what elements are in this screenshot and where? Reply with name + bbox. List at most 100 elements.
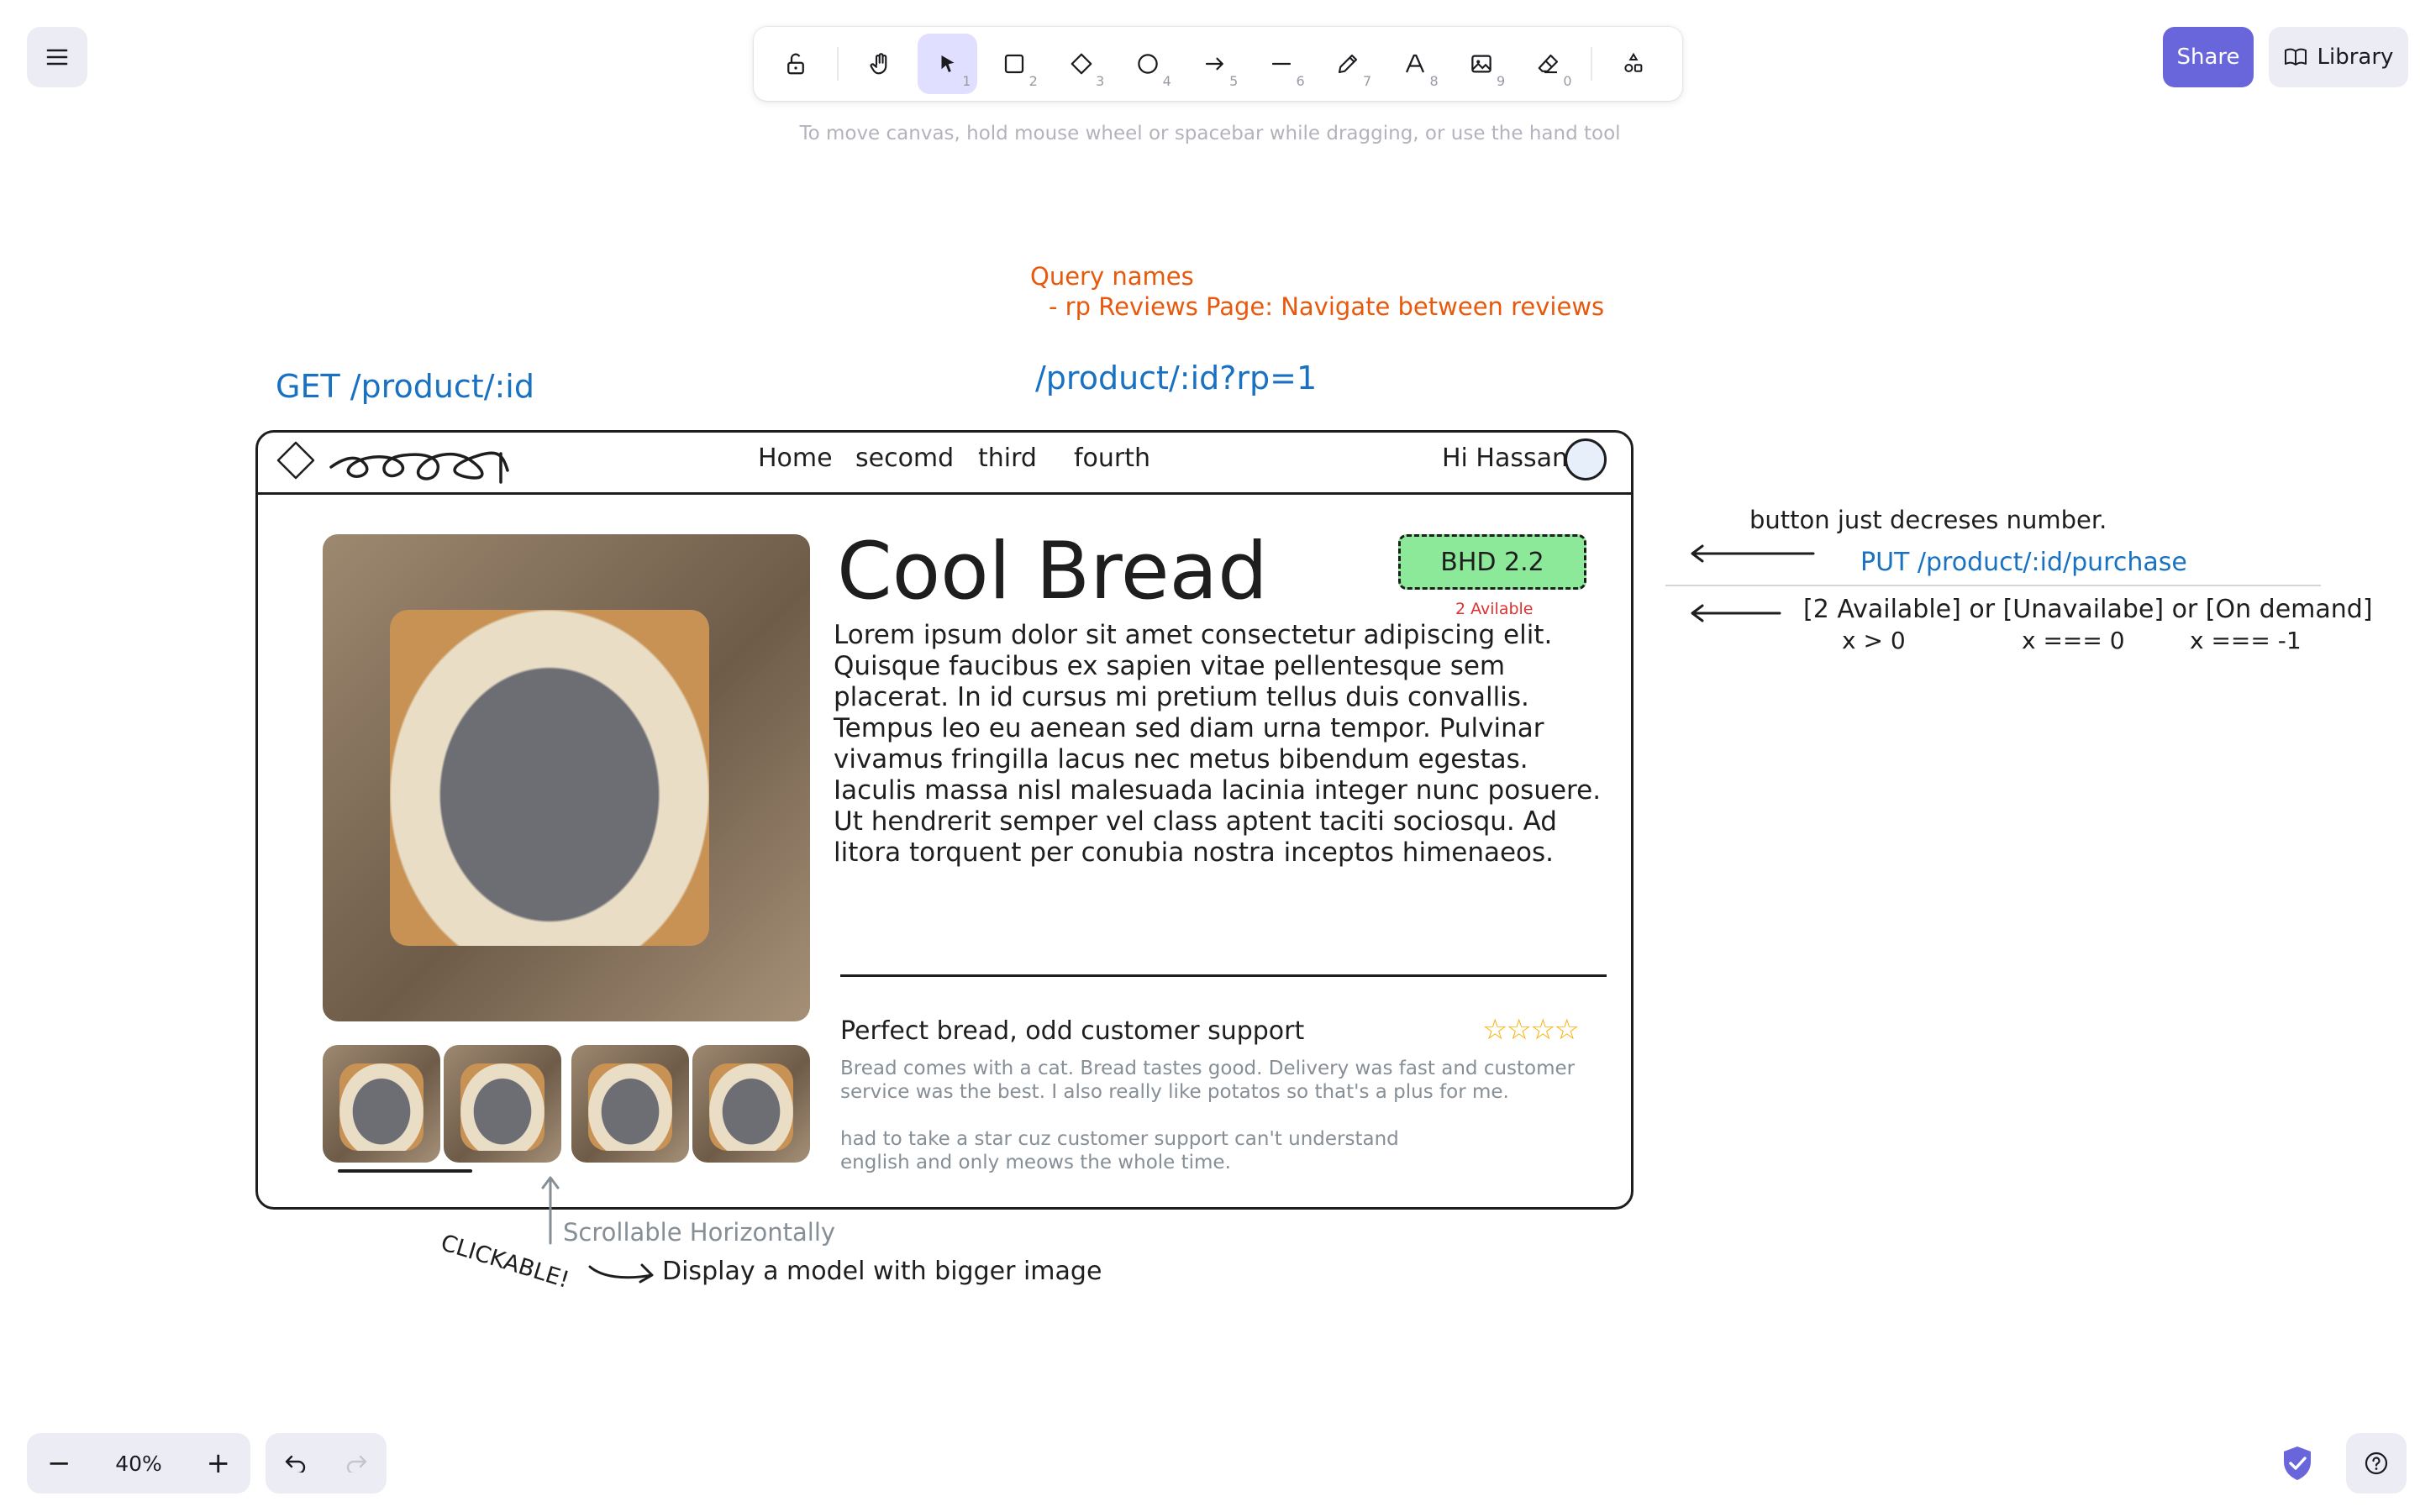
tool-lock[interactable] <box>765 34 825 94</box>
help-icon <box>2365 1452 2388 1475</box>
tool-text[interactable]: 8 <box>1385 34 1444 94</box>
zoom-level[interactable]: 40% <box>115 1452 162 1476</box>
buy-price-button[interactable]: BHD 2.2 <box>1398 534 1586 590</box>
review-stars: ☆☆☆☆ <box>1482 1013 1580 1047</box>
tool-key: 8 <box>1429 73 1439 89</box>
availability-cond-1: x > 0 <box>1842 627 1906 654</box>
thumbnail[interactable] <box>323 1045 440 1163</box>
product-description: Lorem ipsum dolor sit amet consectetur a… <box>834 620 1602 868</box>
diamond-icon <box>1071 53 1092 75</box>
tool-arrow[interactable]: 5 <box>1185 34 1244 94</box>
bread-slice <box>460 1063 544 1151</box>
hand-icon <box>870 53 887 75</box>
logo-scribble-icon <box>329 451 509 484</box>
scroll-note: Scrollable Horizontally <box>563 1218 836 1247</box>
tool-image[interactable]: 9 <box>1452 34 1512 94</box>
button-note: button just decreses number. <box>1749 506 2107 534</box>
thumbnail-scrollbar[interactable] <box>338 1169 472 1173</box>
hamburger-icon <box>46 49 68 66</box>
modal-note: Display a model with bigger image <box>662 1257 1102 1286</box>
text-icon <box>1405 54 1424 73</box>
bread-slice <box>390 610 709 946</box>
image-icon <box>1471 55 1492 73</box>
tool-key: 1 <box>962 73 971 89</box>
tool-key: 5 <box>1229 73 1239 89</box>
annotation-divider <box>1665 585 2321 586</box>
review-body: Bread comes with a cat. Bread tastes goo… <box>840 1058 1576 1103</box>
tool-hand[interactable] <box>850 34 910 94</box>
star-icon: ☆ <box>1529 1013 1556 1047</box>
toolbar: 1 2 3 4 5 6 7 8 9 0 <box>754 27 1682 101</box>
undo-icon[interactable] <box>284 1454 308 1473</box>
price-label: BHD 2.2 <box>1440 547 1544 577</box>
tool-eraser[interactable]: 0 <box>1518 34 1578 94</box>
bread-slice <box>588 1063 672 1151</box>
star-icon: ☆ <box>1506 1013 1532 1047</box>
tool-key: 9 <box>1496 73 1506 89</box>
tool-key: 3 <box>1096 73 1105 89</box>
zoom-in-button[interactable]: + <box>206 1446 230 1480</box>
tool-rectangle[interactable]: 2 <box>984 34 1044 94</box>
tool-key: 0 <box>1563 73 1572 89</box>
scroll-arrow <box>541 1176 560 1245</box>
thumbnail[interactable] <box>444 1045 561 1163</box>
review-body-2: had to take a star cuz customer support … <box>840 1128 1399 1173</box>
arrow-to-price <box>1691 544 1815 563</box>
thumbnail[interactable] <box>571 1045 689 1163</box>
book-icon <box>2284 48 2307 66</box>
nav-home[interactable]: Home <box>758 444 833 473</box>
query-names-title: Query names <box>1030 262 1194 291</box>
zoom-out-button[interactable]: − <box>47 1446 71 1480</box>
mockup-nav-divider <box>255 492 1634 495</box>
nav-second[interactable]: secomd <box>855 444 954 473</box>
availability-states: [2 Available] or [Unavailabe] or [On dem… <box>1803 595 2373 624</box>
help-button[interactable] <box>2346 1433 2407 1494</box>
rectangle-icon <box>1005 54 1024 74</box>
query-names-item: - rp Reviews Page: Navigate between revi… <box>1049 292 1605 321</box>
zoom-controls: − 40% + <box>27 1433 250 1494</box>
lock-icon <box>786 53 804 75</box>
nav-third[interactable]: third <box>978 444 1037 473</box>
availability-cond-3: x === -1 <box>2190 627 2302 654</box>
product-title: Cool Bread <box>837 526 1268 617</box>
bread-slice <box>339 1063 424 1151</box>
tool-draw[interactable]: 7 <box>1318 34 1378 94</box>
eraser-icon <box>1538 54 1558 74</box>
pointer-icon <box>941 55 955 72</box>
product-image[interactable] <box>323 534 810 1021</box>
bread-slice <box>709 1063 793 1151</box>
toolbar-divider <box>837 47 839 81</box>
review-title: Perfect bread, odd customer support <box>840 1016 1305 1046</box>
library-label: Library <box>2317 45 2394 70</box>
greeting: Hi Hassan <box>1442 444 1569 473</box>
avatar[interactable] <box>1565 438 1607 480</box>
tool-line[interactable]: 6 <box>1251 34 1311 94</box>
arrow-icon <box>1205 57 1223 71</box>
library-button[interactable]: Library <box>2269 27 2408 87</box>
query-route-label: /product/:id?rp=1 <box>1035 360 1318 396</box>
get-route-label: GET /product/:id <box>276 368 534 405</box>
tool-ellipse[interactable]: 4 <box>1118 34 1177 94</box>
tool-diamond[interactable]: 3 <box>1051 34 1111 94</box>
canvas-hint: To move canvas, hold mouse wheel or spac… <box>799 123 1621 144</box>
nav-fourth[interactable]: fourth <box>1074 444 1150 473</box>
share-button[interactable]: Share <box>2163 27 2254 87</box>
availability-cond-2: x === 0 <box>2022 627 2125 654</box>
put-route-label: PUT /product/:id/purchase <box>1860 548 2187 577</box>
toolbar-divider <box>1590 47 1592 81</box>
thumbnail[interactable] <box>692 1045 810 1163</box>
arrow-to-stock <box>1691 604 1781 622</box>
main-menu-button[interactable] <box>27 27 87 87</box>
tool-key: 4 <box>1162 73 1171 89</box>
review-divider <box>840 974 1607 977</box>
tool-key: 7 <box>1363 73 1372 89</box>
shield-check-icon[interactable] <box>2281 1445 2314 1482</box>
clickable-arrow <box>588 1263 654 1284</box>
tool-key: 2 <box>1028 73 1038 89</box>
star-icon: ☆ <box>1554 1013 1580 1047</box>
shapes-icon <box>1624 52 1643 73</box>
tool-more-shapes[interactable] <box>1604 34 1664 94</box>
tool-key: 6 <box>1296 73 1305 89</box>
tool-selection[interactable]: 1 <box>917 34 978 94</box>
redo-icon[interactable] <box>345 1454 368 1473</box>
